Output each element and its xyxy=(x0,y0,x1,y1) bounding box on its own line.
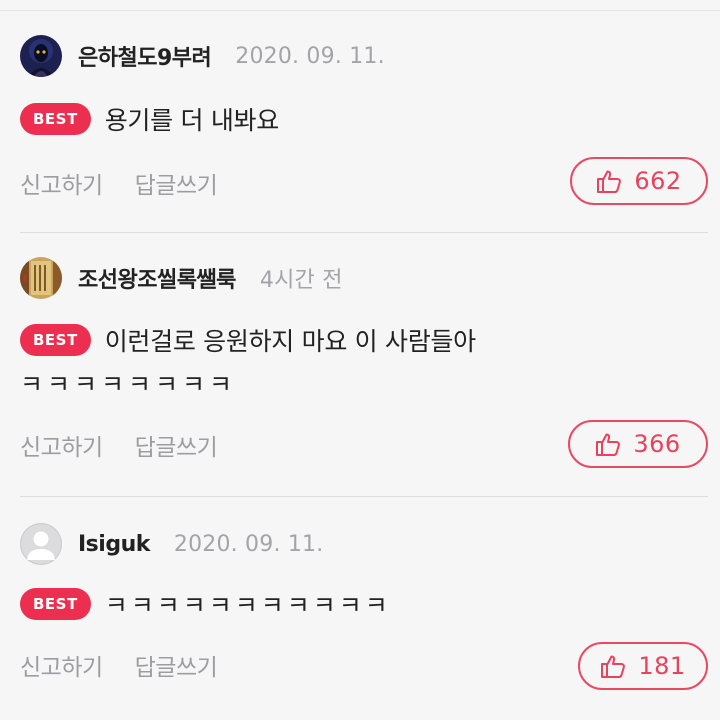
default-user-avatar-icon xyxy=(20,523,62,565)
reply-button[interactable]: 답글쓰기 xyxy=(135,428,218,462)
best-badge: BEST xyxy=(20,588,91,620)
dark-figure-avatar-icon xyxy=(20,35,62,77)
like-button[interactable]: 366 xyxy=(568,420,708,468)
thumbs-up-icon xyxy=(601,655,626,678)
comment-body: BEST ㅋㅋㅋㅋㅋㅋㅋㅋㅋㅋㅋ xyxy=(20,586,391,622)
timestamp: 4시간 전 xyxy=(259,268,343,293)
report-button[interactable]: 신고하기 xyxy=(20,428,103,462)
comment-item: Isiguk 2020. 09. 11. BEST ㅋㅋㅋㅋㅋㅋㅋㅋㅋㅋㅋ 신고… xyxy=(0,497,720,720)
avatar[interactable] xyxy=(20,523,62,565)
best-badge: BEST xyxy=(20,103,91,135)
comment-body: BEST 이런걸로 응원하지 마요 이 사람들아 xyxy=(20,322,476,358)
comment-text: 이런걸로 응원하지 마요 이 사람들아 xyxy=(104,327,476,356)
like-count: 181 xyxy=(638,652,686,680)
comment-header: 은하철도9부려 2020. 09. 11. xyxy=(20,34,385,78)
reply-button[interactable]: 답글쓰기 xyxy=(135,166,218,200)
timestamp: 2020. 09. 11. xyxy=(235,43,385,69)
reply-button[interactable]: 답글쓰기 xyxy=(135,648,218,682)
best-badge: BEST xyxy=(20,324,91,356)
thumbs-up-icon xyxy=(597,170,622,193)
comment-text: ㅋㅋㅋㅋㅋㅋㅋㅋㅋㅋㅋ xyxy=(104,591,391,620)
scroll-avatar-icon xyxy=(20,257,62,299)
comment-actions: 신고하기 답글쓰기 xyxy=(20,166,249,200)
avatar[interactable] xyxy=(20,257,62,299)
like-button[interactable]: 181 xyxy=(578,642,708,690)
report-button[interactable]: 신고하기 xyxy=(20,166,103,200)
username[interactable]: Isiguk xyxy=(78,532,150,557)
avatar[interactable] xyxy=(20,35,62,77)
username[interactable]: 은하철도9부려 xyxy=(78,40,212,72)
username[interactable]: 조선왕조씰록쌜룩 xyxy=(78,262,236,294)
report-button[interactable]: 신고하기 xyxy=(20,648,103,682)
timestamp: 2020. 09. 11. xyxy=(173,531,324,557)
comment-text-continued: ㅋㅋㅋㅋㅋㅋㅋㅋ xyxy=(20,370,237,399)
like-count: 366 xyxy=(633,430,681,458)
comment-header: Isiguk 2020. 09. 11. xyxy=(20,522,323,566)
comment-text: 용기를 더 내봐요 xyxy=(104,106,280,135)
like-button[interactable]: 662 xyxy=(570,157,708,205)
thumbs-up-icon xyxy=(596,433,621,456)
comment-actions: 신고하기 답글쓰기 xyxy=(20,648,249,682)
comment-item: 조선왕조씰록쌜룩 4시간 전 BEST 이런걸로 응원하지 마요 이 사람들아 … xyxy=(0,233,720,497)
comment-actions: 신고하기 답글쓰기 xyxy=(20,428,249,462)
comment-header: 조선왕조씰록쌜룩 4시간 전 xyxy=(20,256,343,300)
comment-body: BEST 용기를 더 내봐요 xyxy=(20,101,279,137)
like-count: 662 xyxy=(634,167,682,195)
comment-item: 은하철도9부려 2020. 09. 11. BEST 용기를 더 내봐요 신고하… xyxy=(0,0,720,233)
